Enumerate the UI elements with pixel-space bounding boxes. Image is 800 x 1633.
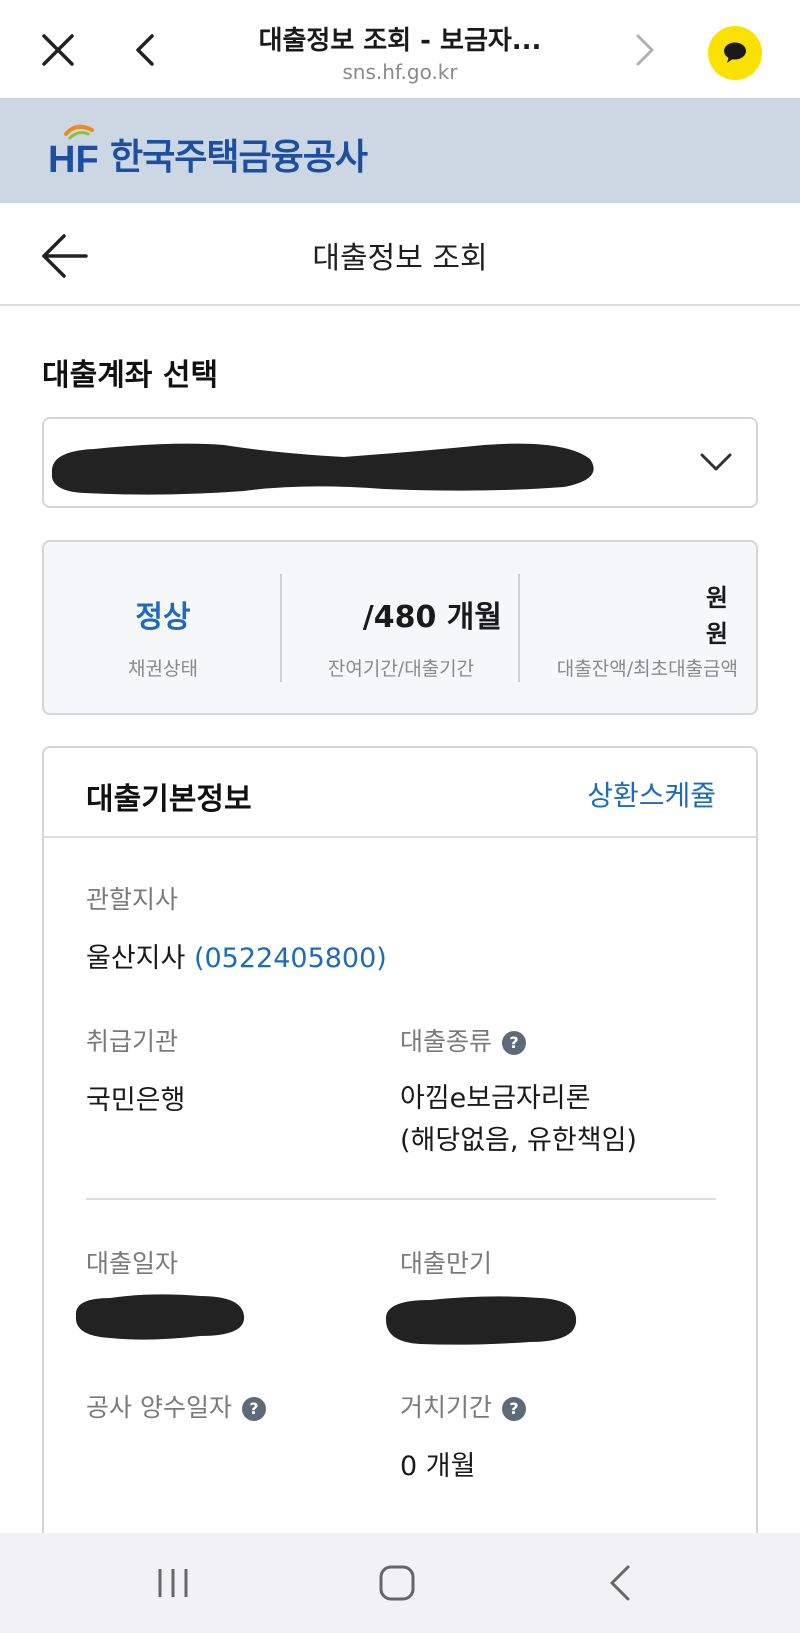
system-back-icon[interactable] bbox=[596, 1561, 646, 1605]
kakaotalk-button[interactable] bbox=[708, 26, 762, 80]
summary-period: /480 개월 잔여기간/대출기간 bbox=[282, 542, 520, 717]
grace-period-label: 거치기간 bbox=[400, 1393, 493, 1422]
home-icon[interactable] bbox=[372, 1561, 422, 1605]
redacted-maturity-date bbox=[385, 1296, 577, 1345]
branch-label: 관할지사 bbox=[86, 885, 179, 914]
forward-icon[interactable] bbox=[628, 30, 662, 70]
brand-name[interactable]: 한국주택금융공사 bbox=[110, 128, 368, 180]
loan-type-label-row: 대출종류? bbox=[400, 1022, 527, 1058]
transfer-date-label-row: 공사 양수일자? bbox=[86, 1388, 266, 1424]
account-section-title: 대출계좌 선택 bbox=[42, 358, 219, 393]
loan-type-name: 아낌e보금자리론 bbox=[400, 1083, 591, 1114]
browser-page-title: 대출정보 조회 - 보금자... bbox=[258, 26, 542, 56]
bond-status-label: 채권상태 bbox=[128, 658, 198, 680]
divider bbox=[86, 1198, 716, 1200]
loan-date-label: 대출일자 bbox=[86, 1249, 179, 1278]
hf-logo-mark: HF bbox=[48, 139, 99, 180]
brand-header: HF 한국주택금융공사 bbox=[0, 98, 800, 203]
browser-url[interactable]: sns.hf.go.kr bbox=[220, 60, 580, 84]
grace-period-label-row: 거치기간? bbox=[400, 1388, 527, 1424]
help-icon[interactable]: ? bbox=[241, 1397, 266, 1421]
browser-toolbar: 대출정보 조회 - 보금자... sns.hf.go.kr bbox=[0, 0, 800, 98]
back-icon[interactable] bbox=[128, 30, 162, 70]
hf-logo-icon[interactable]: HF bbox=[46, 120, 102, 180]
redacted-loan-date bbox=[75, 1294, 245, 1340]
branch-value: 울산지사 bbox=[86, 943, 186, 974]
system-navigation-bar bbox=[0, 1533, 800, 1633]
chevron-down-icon bbox=[700, 453, 732, 471]
branch-value-row: 울산지사 (0522405800) bbox=[86, 936, 387, 975]
page-header: 대출정보 조회 bbox=[0, 203, 800, 306]
redacted-account-number bbox=[51, 443, 594, 495]
loan-type-label: 대출종류 bbox=[400, 1027, 493, 1056]
recent-apps-icon[interactable] bbox=[148, 1561, 198, 1605]
loan-type-detail: (해당없음, 유한책임) bbox=[400, 1125, 637, 1156]
transfer-date-label: 공사 양수일자 bbox=[86, 1393, 232, 1422]
repayment-schedule-link[interactable]: 상환스케쥴 bbox=[587, 774, 716, 814]
maturity-label: 대출만기 bbox=[400, 1249, 493, 1278]
card-header: 대출기본정보 상환스케쥴 bbox=[44, 748, 756, 838]
loan-basic-info-card: 대출기본정보 상환스케쥴 관할지사 울산지사 (0522405800) 취급기관… bbox=[42, 746, 758, 1633]
account-select[interactable] bbox=[42, 417, 758, 508]
close-icon[interactable] bbox=[38, 30, 78, 70]
page-title: 대출정보 조회 bbox=[312, 241, 488, 276]
balance-label: 대출잔액/최초대출금액 bbox=[556, 658, 738, 680]
summary-balance: 원 원 대출잔액/최초대출금액 bbox=[520, 542, 758, 717]
help-icon[interactable]: ? bbox=[502, 1031, 527, 1055]
loan-period-value: /480 개월 bbox=[362, 600, 502, 635]
loan-period-label: 잔여기간/대출기간 bbox=[327, 658, 475, 680]
help-icon[interactable]: ? bbox=[502, 1397, 527, 1421]
loan-type-value: 아낌e보금자리론 (해당없음, 유한책임) bbox=[400, 1078, 637, 1162]
grace-period-value: 0 개월 bbox=[400, 1451, 476, 1482]
agency-label: 취급기관 bbox=[86, 1027, 179, 1056]
loan-summary: 정상 채권상태 /480 개월 잔여기간/대출기간 원 원 대출잔액/최초대출금… bbox=[42, 540, 758, 715]
card-title: 대출기본정보 bbox=[86, 782, 252, 817]
agency-value: 국민은행 bbox=[86, 1085, 186, 1116]
branch-phone-link[interactable]: (0522405800) bbox=[194, 943, 387, 974]
summary-status: 정상 채권상태 bbox=[44, 542, 282, 717]
bond-status-value: 정상 bbox=[135, 600, 191, 635]
kakaotalk-icon bbox=[724, 42, 746, 63]
balance-remaining: 원 bbox=[705, 584, 728, 612]
balance-initial: 원 bbox=[705, 620, 728, 648]
